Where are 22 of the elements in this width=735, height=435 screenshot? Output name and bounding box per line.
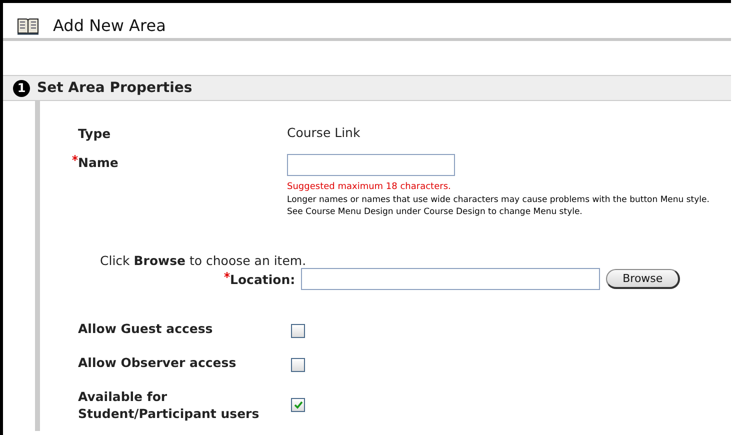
name-field[interactable]: [287, 154, 455, 176]
checkbox[interactable]: [291, 358, 305, 372]
help-text: Longer names or names that use wide characters may cause problems with the button Menu style.: [287, 195, 710, 205]
option-label: Allow Observer access: [78, 354, 238, 371]
field-label: Location:: [230, 270, 296, 288]
check-icon: [294, 401, 302, 409]
section-title: Set Area Properties: [37, 80, 192, 96]
warning-text: Suggested maximum 18 characters.: [287, 182, 452, 192]
help-text: See Course Menu Design under Course Design to change Menu style.: [287, 207, 584, 217]
location-field[interactable]: [301, 268, 600, 290]
checkbox[interactable]: [291, 398, 305, 412]
checkbox[interactable]: [291, 324, 305, 338]
option-label: Available for Student/Participant users: [78, 388, 260, 422]
option-label: Allow Guest access: [78, 320, 214, 337]
book-icon: [17, 16, 39, 34]
field-label: Name: [78, 154, 118, 171]
browse-button[interactable]: Browse: [606, 269, 680, 289]
field-label: Type: [78, 125, 112, 142]
page-title: Add New Area: [53, 16, 166, 35]
step-number: 1: [13, 80, 30, 96]
field-value: Course Link: [287, 125, 362, 140]
instruction-text: Click Browse to choose an item.: [100, 253, 308, 268]
